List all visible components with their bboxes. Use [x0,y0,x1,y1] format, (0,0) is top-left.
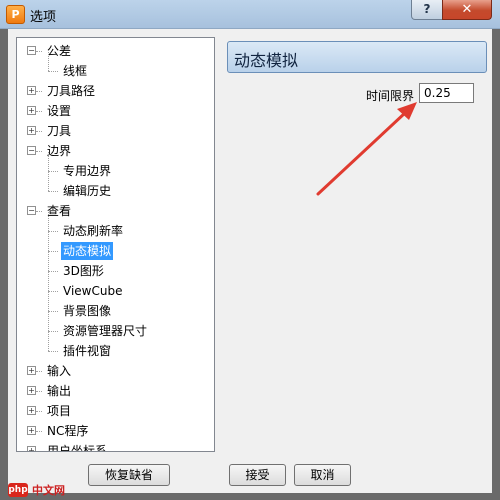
watermark: php 中文网 [8,481,83,499]
cancel-button[interactable]: 取消 [294,464,351,486]
watermark-text: 中文网 [32,484,65,497]
watermark-logo: php [8,483,28,497]
accept-button[interactable]: 接受 [229,464,286,486]
options-dialog: P 选项 ? ✕ − 公差 线框 + 刀具路径 + 设置 + 刀具 − 边界 专用边界 编辑历史 − 查看动… [0,0,500,500]
annotation-arrow-icon [316,102,417,196]
restore-defaults-button[interactable]: 恢复缺省 [88,464,170,486]
